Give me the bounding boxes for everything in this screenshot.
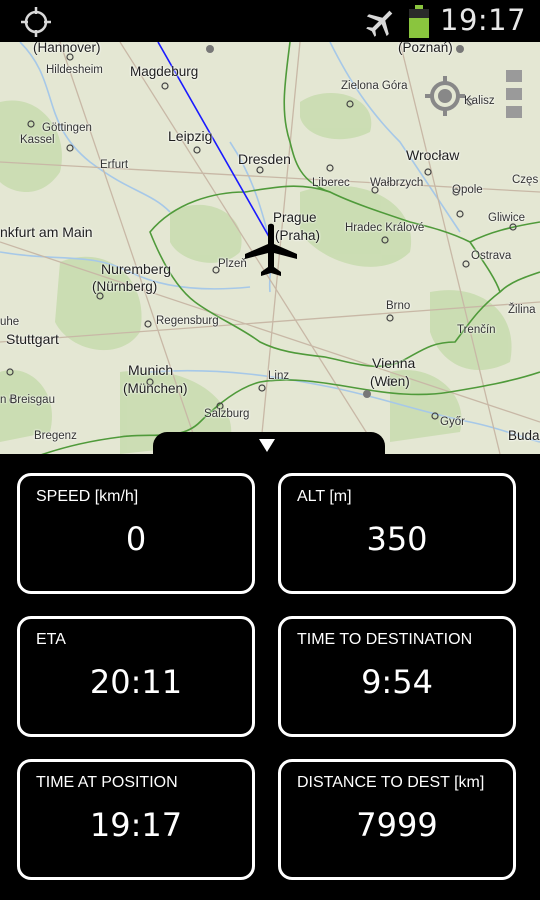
- map-label-wroclaw: Wrocław: [406, 147, 460, 163]
- map-label-erfurt: Erfurt: [100, 159, 129, 171]
- gps-icon: [21, 7, 51, 37]
- speed-label: SPEED [km/h]: [36, 488, 139, 505]
- map-label-kassel: Kassel: [20, 134, 55, 146]
- map-label-gyor: Győr: [440, 416, 465, 428]
- time-at-position-label: TIME AT POSITION: [36, 774, 178, 791]
- collapse-arrow-icon: [259, 439, 275, 452]
- map-layers-button[interactable]: [502, 70, 526, 120]
- map-label-zielona: Zielona Góra: [341, 80, 408, 92]
- eta-label: ETA: [36, 631, 66, 648]
- map-label-poznan: (Poznań): [398, 42, 453, 55]
- map-label-hradec: Hradec Králové: [345, 222, 425, 234]
- map-label-stuttgart: Stuttgart: [6, 331, 59, 347]
- status-bar: 19:17: [0, 0, 540, 42]
- speed-tile: SPEED [km/h] 0: [17, 473, 255, 594]
- map-label-walbrzych: Wałbrzych: [370, 177, 424, 189]
- map-label-uhe: uhe: [0, 316, 20, 328]
- aircraft-position-icon: [245, 223, 297, 276]
- eta-value: 20:11: [89, 663, 183, 701]
- map-label-budapest: Buda: [508, 428, 540, 443]
- eta-tile: ETA 20:11: [17, 616, 255, 737]
- my-location-button[interactable]: [425, 76, 465, 116]
- battery-icon: [409, 5, 429, 38]
- map-view[interactable]: (Hannover) Hildesheim Magdeburg (Poznań)…: [0, 42, 540, 454]
- map-label-munich: Munich: [128, 362, 174, 378]
- map-label-hannover: (Hannover): [33, 42, 101, 55]
- map-label-trencin: Trenčín: [457, 324, 496, 336]
- distance-to-destination-tile: DISTANCE TO DEST [km] 7999: [278, 759, 516, 880]
- time-at-position-value: 19:17: [89, 806, 183, 844]
- map-label-nurnberg: (Nürnberg): [92, 279, 158, 294]
- map-label-brno: Brno: [386, 300, 411, 312]
- status-time: 19:17: [440, 3, 527, 37]
- altitude-value: 350: [366, 520, 428, 558]
- map-label-regensburg: Regensburg: [156, 315, 219, 327]
- map-label-munchen: (München): [123, 381, 188, 396]
- map-label-gliwice: Gliwice: [488, 212, 526, 224]
- map-label-leipzig: Leipzig: [168, 128, 213, 144]
- airplane-mode-icon: [366, 10, 393, 37]
- map-label-frankfurt: nkfurt am Main: [0, 224, 93, 240]
- map-label-gottingen: Göttingen: [42, 122, 92, 134]
- map-label-dresden: Dresden: [238, 151, 291, 167]
- map-label-bregenz: Bregenz: [34, 430, 77, 442]
- map-label-breisgau: n Breisgau: [0, 394, 55, 406]
- map-label-vienna: Vienna: [372, 355, 416, 371]
- speed-value: 0: [125, 520, 147, 558]
- map-label-magdeburg: Magdeburg: [130, 64, 199, 79]
- altitude-tile: ALT [m] 350: [278, 473, 516, 594]
- map-label-hildesheim: Hildesheim: [46, 64, 103, 76]
- time-to-destination-value: 9:54: [361, 663, 433, 701]
- distance-to-destination-value: 7999: [356, 806, 438, 844]
- map-label-czes: Częs: [512, 174, 539, 186]
- map-label-salzburg: Salzburg: [204, 408, 250, 420]
- time-to-destination-tile: TIME TO DESTINATION 9:54: [278, 616, 516, 737]
- map-label-ostrava: Ostrava: [471, 250, 512, 262]
- time-at-position-tile: TIME AT POSITION 19:17: [17, 759, 255, 880]
- time-to-destination-label: TIME TO DESTINATION: [297, 631, 473, 648]
- altitude-label: ALT [m]: [297, 488, 352, 505]
- map-label-linz: Linz: [268, 370, 290, 382]
- map-label-zilina: Žilina: [508, 304, 536, 316]
- map-label-nuremberg: Nuremberg: [101, 261, 172, 277]
- panel-collapse-tab[interactable]: [153, 432, 385, 462]
- map-label-liberec: Liberec: [312, 177, 350, 189]
- map-label-opole: Opole: [452, 184, 483, 196]
- map-label-kalisz: Kalisz: [464, 95, 495, 107]
- distance-to-destination-label: DISTANCE TO DEST [km]: [297, 774, 485, 791]
- map-label-wien: (Wien): [370, 374, 410, 389]
